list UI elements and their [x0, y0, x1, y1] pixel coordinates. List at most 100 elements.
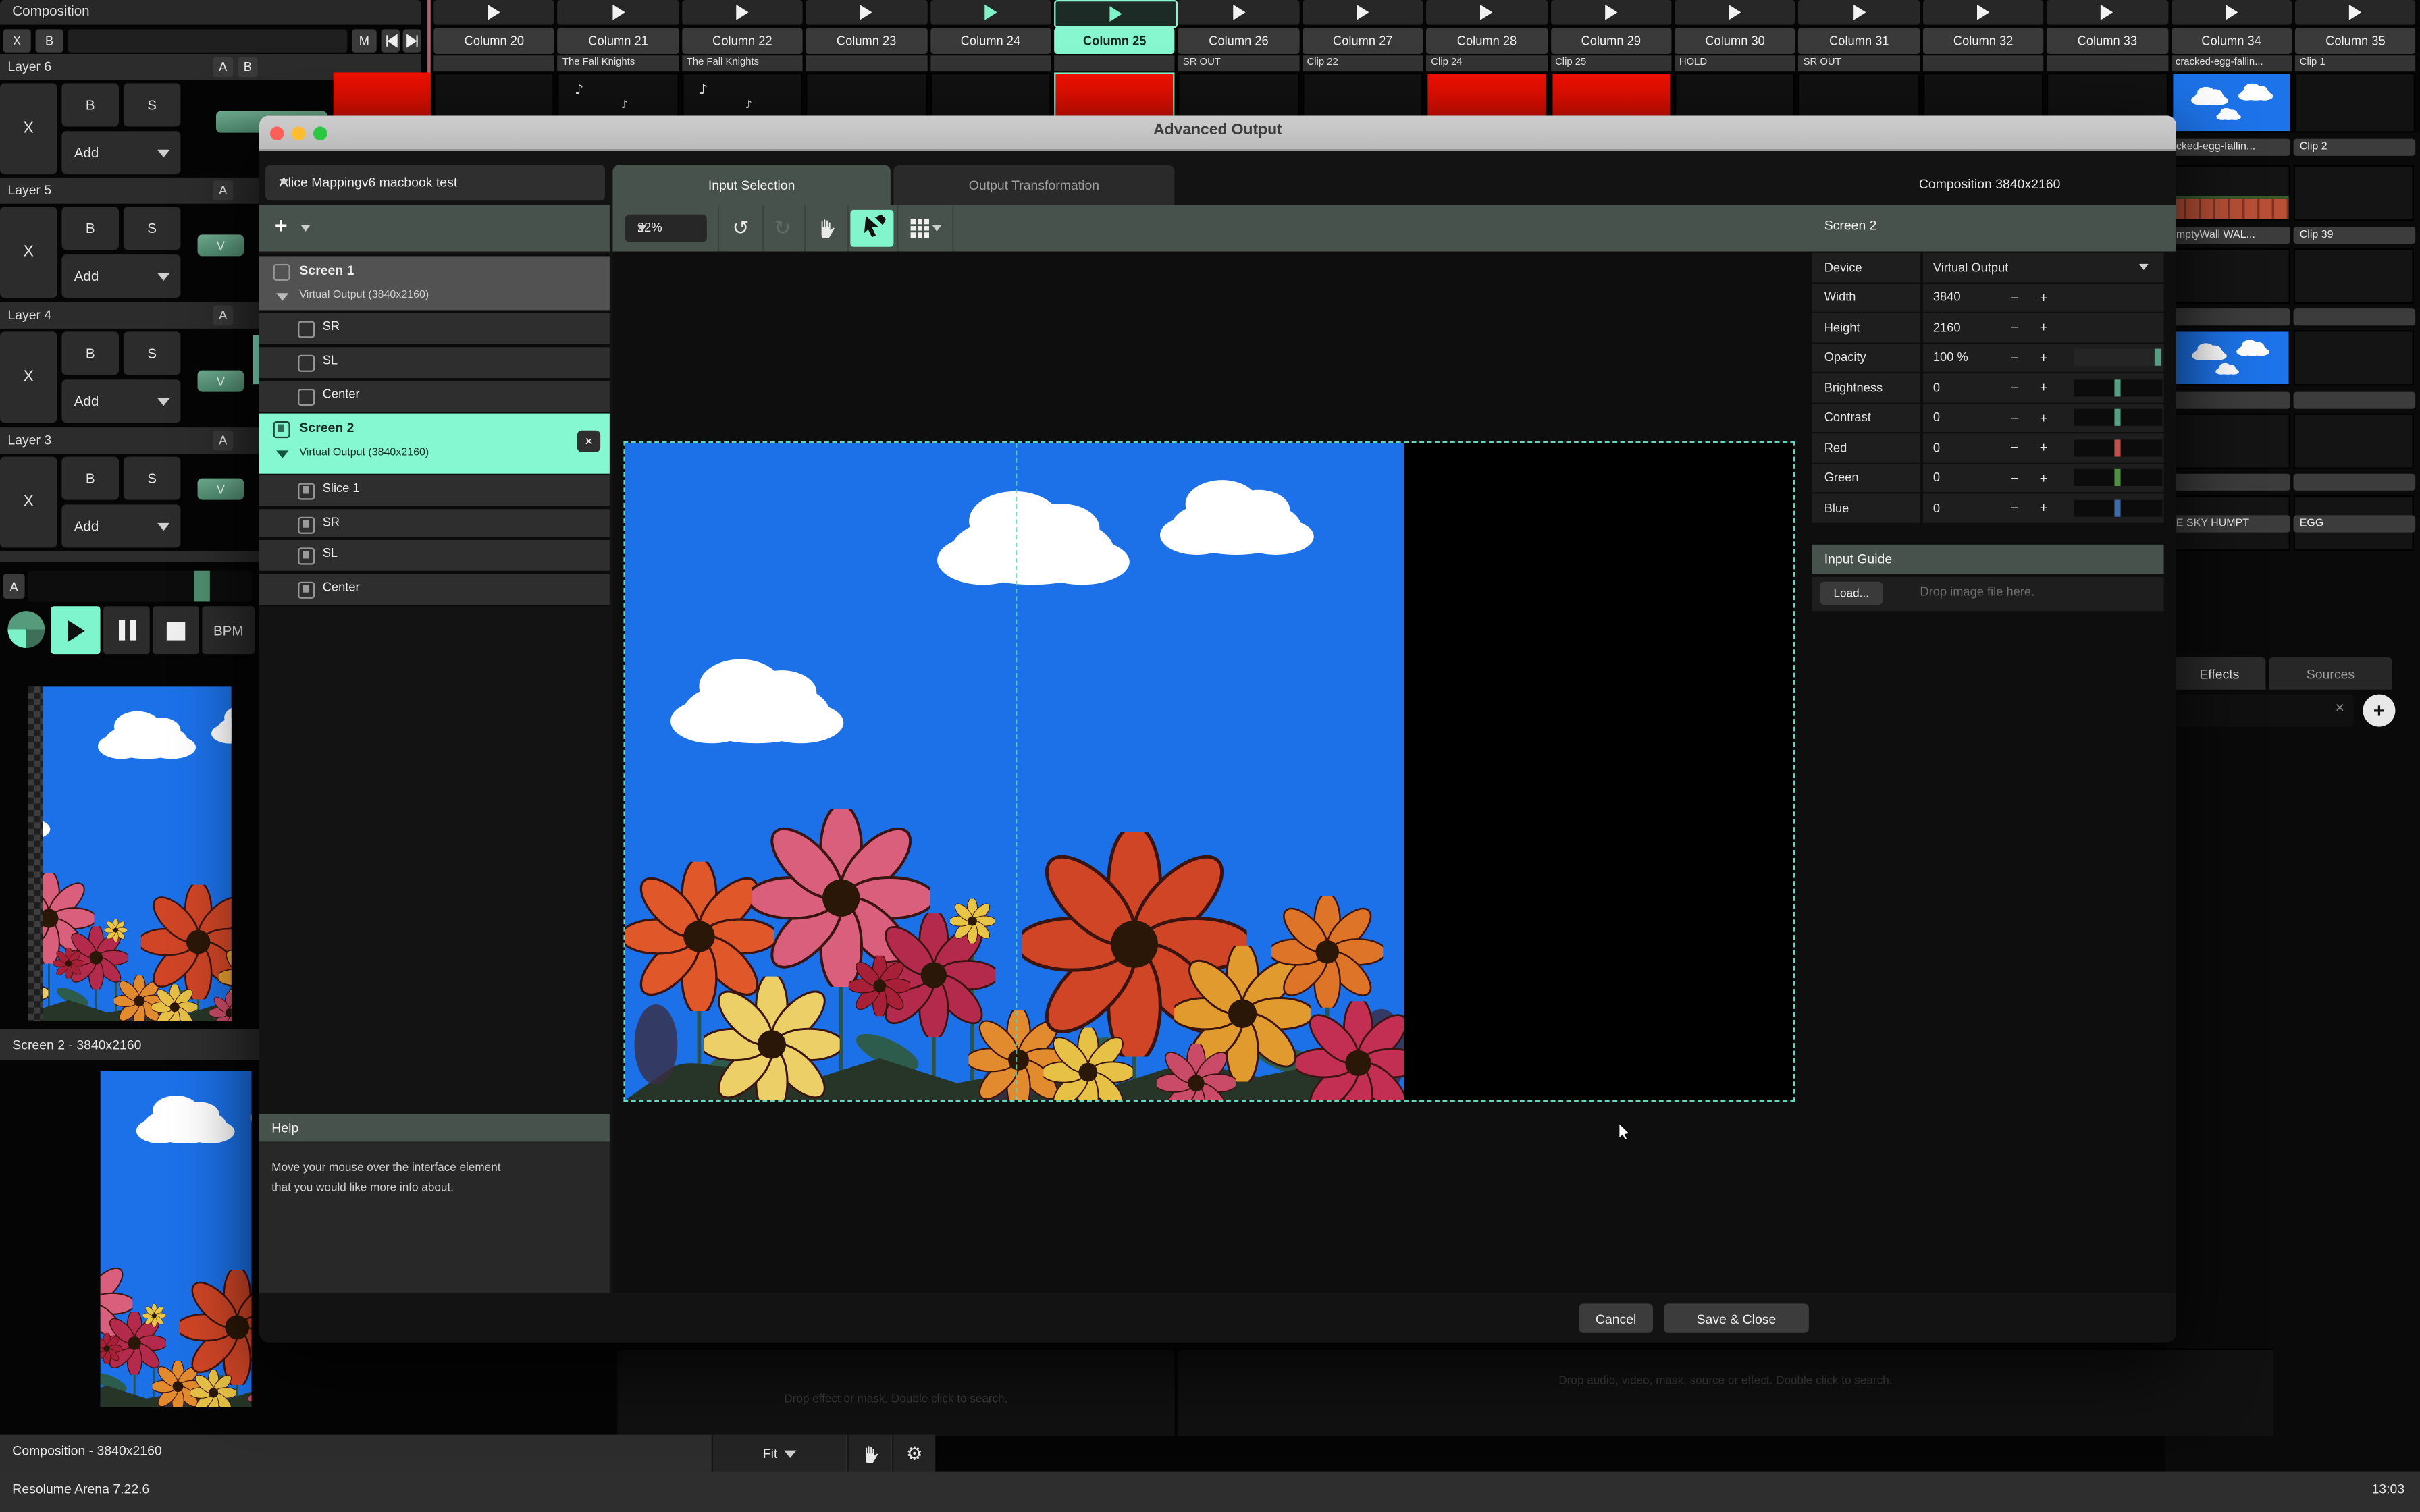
- select-tool-button[interactable]: [847, 205, 898, 252]
- layer-b-button[interactable]: B: [238, 57, 258, 78]
- clip-name-label[interactable]: cked-egg-fallin...: [2170, 139, 2290, 156]
- decrement-button[interactable]: −: [2010, 290, 2018, 305]
- clip-name-label[interactable]: [806, 55, 927, 70]
- clip-name-label[interactable]: Clip 2: [2294, 139, 2416, 156]
- column-play-button[interactable]: [682, 0, 803, 25]
- layer-a-button[interactable]: A: [213, 180, 233, 200]
- crossfader-slider[interactable]: [28, 571, 251, 602]
- layer-x-button[interactable]: X: [0, 331, 57, 423]
- column-play-button[interactable]: [2171, 0, 2292, 25]
- clip-name-label[interactable]: Clip 25: [1550, 55, 1671, 70]
- column-header[interactable]: Column 27: [1303, 27, 1423, 53]
- tab-output-transformation[interactable]: Output Transformation: [893, 165, 1174, 205]
- column-header[interactable]: Column 24: [930, 27, 1051, 53]
- zoom-level-dropdown[interactable]: 22%: [625, 215, 707, 242]
- column-header[interactable]: Column 30: [1675, 27, 1795, 53]
- checkbox[interactable]: [298, 388, 315, 405]
- grid-snap-dropdown[interactable]: [900, 205, 954, 252]
- load-button[interactable]: Load...: [1820, 581, 1883, 604]
- value-slider[interactable]: [2074, 439, 2161, 456]
- column-play-button[interactable]: [1054, 0, 1178, 28]
- column-header[interactable]: Column 31: [1799, 27, 1920, 53]
- clip-name-label[interactable]: [2294, 392, 2416, 409]
- preset-dropdown[interactable]: Alice Mappingv6 macbook test: [265, 165, 605, 201]
- undo-button[interactable]: ↺: [718, 205, 764, 252]
- value-slider[interactable]: [2074, 409, 2161, 426]
- clip-thumbnail-cell[interactable]: [2294, 414, 2414, 469]
- tab-effects[interactable]: Effects: [2173, 657, 2265, 690]
- increment-button[interactable]: +: [2040, 410, 2048, 425]
- value-slider[interactable]: [2074, 349, 2161, 366]
- layer-add-dropdown[interactable]: Add: [61, 379, 180, 423]
- column-header[interactable]: Column 22: [682, 27, 803, 53]
- layer-a-button[interactable]: A: [213, 431, 233, 451]
- tree-item-sr[interactable]: SR: [259, 313, 610, 344]
- property-value-cell[interactable]: 0−+: [1922, 433, 2164, 462]
- clip-thumbnail-cell[interactable]: [2294, 330, 2414, 385]
- column-play-button[interactable]: [1426, 0, 1547, 25]
- bpm-label[interactable]: BPM: [202, 606, 255, 654]
- column-header[interactable]: Column 28: [1426, 27, 1547, 53]
- decrement-button[interactable]: −: [2010, 410, 2018, 425]
- add-effect-button[interactable]: +: [2363, 695, 2395, 727]
- layer-add-dropdown[interactable]: Add: [61, 131, 180, 174]
- metronome-icon[interactable]: [7, 611, 45, 648]
- layer-solo-button[interactable]: S: [124, 457, 181, 500]
- settings-button[interactable]: ⚙: [892, 1435, 935, 1472]
- layer-x-button[interactable]: X: [0, 457, 57, 548]
- column-header[interactable]: Column 21: [558, 27, 679, 53]
- clip-name-label[interactable]: [2047, 55, 2167, 70]
- cancel-button[interactable]: Cancel: [1579, 1303, 1653, 1332]
- clip-name-label[interactable]: [1923, 55, 2044, 70]
- checkbox[interactable]: [298, 320, 315, 337]
- column-play-button[interactable]: [1923, 0, 2044, 25]
- property-value-cell[interactable]: 100 %−+: [1922, 344, 2164, 372]
- checkbox[interactable]: [298, 516, 315, 533]
- column-play-button[interactable]: [1550, 0, 1671, 25]
- layer-bypass-button[interactable]: B: [61, 207, 119, 250]
- column-play-button[interactable]: [930, 0, 1051, 25]
- save-close-button[interactable]: Save & Close: [1664, 1303, 1809, 1332]
- column-header[interactable]: Column 20: [433, 27, 554, 53]
- add-screen-button[interactable]: +: [275, 213, 288, 238]
- clip-name-label[interactable]: [2294, 308, 2416, 325]
- clip-name-label[interactable]: E SKY HUMPT: [2170, 515, 2290, 532]
- column-play-button[interactable]: [2295, 0, 2416, 25]
- clip-cell[interactable]: [2295, 72, 2416, 132]
- layer-video-button[interactable]: V: [198, 479, 244, 500]
- composition-bounds[interactable]: [625, 443, 1793, 1100]
- expand-caret-icon[interactable]: [276, 293, 288, 300]
- property-value-cell[interactable]: Virtual Output: [1922, 253, 2164, 281]
- fit-dropdown[interactable]: Fit: [712, 1435, 846, 1472]
- clip-thumbnail-cell[interactable]: [2294, 165, 2414, 221]
- decrement-button[interactable]: −: [2010, 500, 2018, 516]
- clip-name-label[interactable]: [930, 55, 1051, 70]
- column-header[interactable]: Column 33: [2047, 27, 2167, 53]
- clip-name-label[interactable]: Clip 39: [2294, 227, 2416, 244]
- transport-a-button[interactable]: A: [3, 574, 25, 599]
- checkbox[interactable]: [273, 263, 290, 280]
- checkbox[interactable]: [273, 421, 290, 437]
- clip-name-label[interactable]: [2170, 308, 2290, 325]
- clip-name-label[interactable]: SR OUT: [1799, 55, 1920, 70]
- layer-video-button[interactable]: V: [198, 234, 244, 256]
- layer-add-dropdown[interactable]: Add: [61, 254, 180, 298]
- column-play-button[interactable]: [2047, 0, 2167, 25]
- slice-divider-line[interactable]: [1016, 443, 1017, 1100]
- increment-button[interactable]: +: [2040, 319, 2048, 335]
- clip-cell[interactable]: [2171, 72, 2292, 132]
- tree-item-screen-1[interactable]: Screen 1Virtual Output (3840x2160): [259, 256, 610, 310]
- decrement-button[interactable]: −: [2010, 350, 2018, 365]
- column-header[interactable]: Column 25: [1054, 27, 1175, 53]
- decrement-button[interactable]: −: [2010, 379, 2018, 395]
- layer-x-button[interactable]: X: [0, 83, 57, 174]
- value-slider[interactable]: [2074, 469, 2161, 486]
- value-slider[interactable]: [2074, 499, 2161, 516]
- column-play-button[interactable]: [806, 0, 927, 25]
- checkbox[interactable]: [298, 354, 315, 371]
- increment-button[interactable]: +: [2040, 290, 2048, 305]
- decrement-button[interactable]: −: [2010, 319, 2018, 335]
- layer-x-button[interactable]: X: [0, 207, 57, 298]
- play-button[interactable]: [51, 606, 100, 654]
- layer-a-button[interactable]: A: [213, 57, 233, 78]
